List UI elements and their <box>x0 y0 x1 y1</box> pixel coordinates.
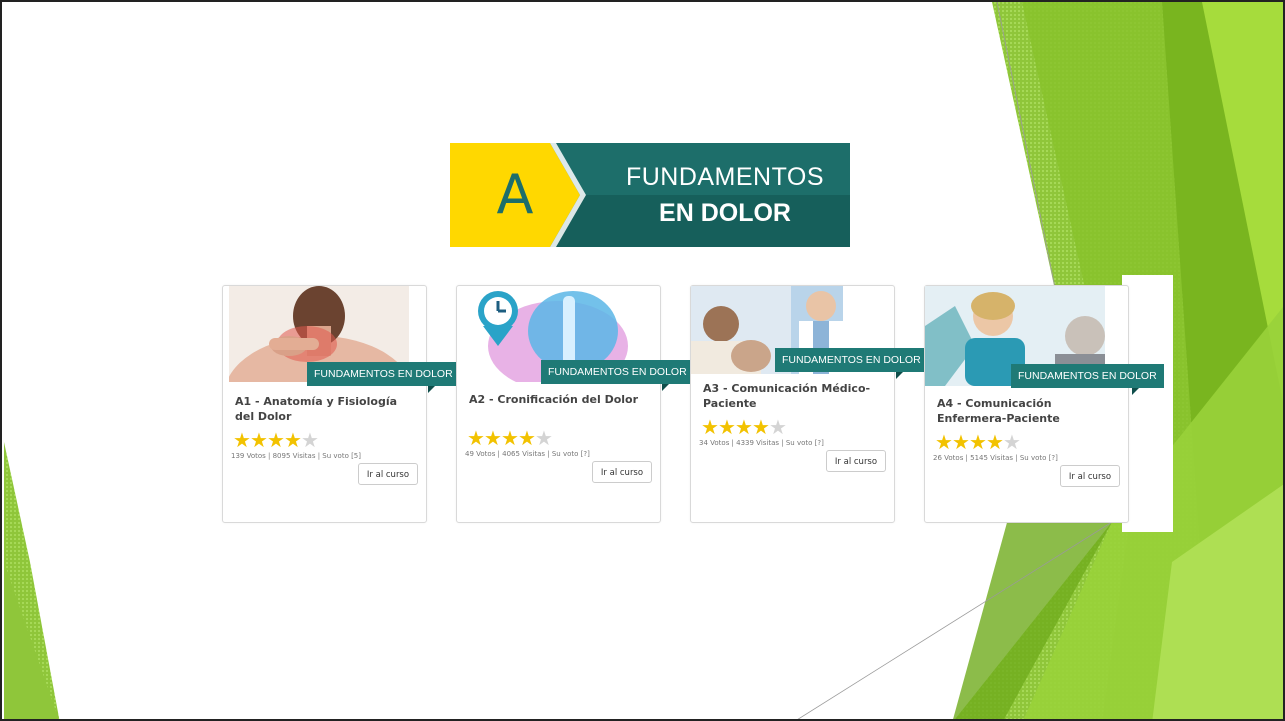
course-stats: 139 Votos | 8095 Visitas | Su voto [5] <box>231 452 361 460</box>
course-stats: 34 Votos | 4339 Visitas | Su voto [?] <box>699 439 824 447</box>
star-icon[interactable]: ★ <box>301 430 319 450</box>
banner-title-line2: EN DOLOR <box>659 199 791 227</box>
ribbon-fold <box>662 384 669 391</box>
star-icon[interactable]: ★ <box>935 432 953 452</box>
go-to-course-button[interactable]: Ir al curso <box>358 463 418 485</box>
course-category-banner: A FUNDAMENTOS EN DOLOR <box>450 143 850 247</box>
star-icon[interactable]: ★ <box>986 432 1004 452</box>
course-card-a4[interactable]: FUNDAMENTOS EN DOLOR A4 - Comunicación E… <box>924 285 1164 523</box>
card-panel-backdrop <box>1122 275 1173 532</box>
course-title[interactable]: A2 - Cronificación del Dolor <box>469 392 647 407</box>
star-icon[interactable]: ★ <box>233 430 251 450</box>
category-ribbon: FUNDAMENTOS EN DOLOR <box>541 360 694 384</box>
star-icon[interactable]: ★ <box>952 432 970 452</box>
go-to-course-button[interactable]: Ir al curso <box>1060 465 1120 487</box>
star-icon[interactable]: ★ <box>718 417 736 437</box>
star-icon[interactable]: ★ <box>284 430 302 450</box>
star-icon[interactable]: ★ <box>535 428 553 448</box>
banner-letter: A <box>496 163 534 226</box>
course-card-a3[interactable]: FUNDAMENTOS EN DOLOR A3 - Comunicación M… <box>690 285 928 523</box>
star-icon[interactable]: ★ <box>267 430 285 450</box>
rating-stars[interactable]: ★★★★★ <box>935 432 1021 452</box>
rating-stars[interactable]: ★★★★★ <box>701 417 787 437</box>
star-icon[interactable]: ★ <box>769 417 787 437</box>
star-icon[interactable]: ★ <box>969 432 987 452</box>
course-title[interactable]: A3 - Comunicación Médico-Paciente <box>703 381 881 411</box>
star-icon[interactable]: ★ <box>701 417 719 437</box>
course-stats: 26 Votos | 5145 Visitas | Su voto [?] <box>933 454 1058 462</box>
star-icon[interactable]: ★ <box>1003 432 1021 452</box>
course-card-a2[interactable]: FUNDAMENTOS EN DOLOR A2 - Cronificación … <box>456 285 694 523</box>
category-ribbon: FUNDAMENTOS EN DOLOR <box>307 362 460 386</box>
course-card-a1[interactable]: FUNDAMENTOS EN DOLOR A1 - Anatomía y Fis… <box>222 285 460 523</box>
star-icon[interactable]: ★ <box>518 428 536 448</box>
course-stats: 49 Votos | 4065 Visitas | Su voto [?] <box>465 450 590 458</box>
ribbon-fold <box>428 386 435 393</box>
rating-stars[interactable]: ★★★★★ <box>233 430 319 450</box>
banner-title-line1: FUNDAMENTOS <box>625 163 825 191</box>
category-ribbon: FUNDAMENTOS EN DOLOR <box>1011 364 1164 388</box>
course-title[interactable]: A1 - Anatomía y Fisiología del Dolor <box>235 394 413 424</box>
star-icon[interactable]: ★ <box>752 417 770 437</box>
star-icon[interactable]: ★ <box>250 430 268 450</box>
rating-stars[interactable]: ★★★★★ <box>467 428 553 448</box>
ribbon-fold <box>1132 388 1139 395</box>
star-icon[interactable]: ★ <box>467 428 485 448</box>
star-icon[interactable]: ★ <box>501 428 519 448</box>
presentation-slide: A FUNDAMENTOS EN DOLOR FUNDAMENTOS EN DO… <box>0 0 1285 721</box>
go-to-course-button[interactable]: Ir al curso <box>592 461 652 483</box>
star-icon[interactable]: ★ <box>735 417 753 437</box>
go-to-course-button[interactable]: Ir al curso <box>826 450 886 472</box>
star-icon[interactable]: ★ <box>484 428 502 448</box>
ribbon-fold <box>896 372 903 379</box>
course-title[interactable]: A4 - Comunicación Enfermera-Paciente <box>937 396 1115 426</box>
category-ribbon: FUNDAMENTOS EN DOLOR <box>775 348 928 372</box>
